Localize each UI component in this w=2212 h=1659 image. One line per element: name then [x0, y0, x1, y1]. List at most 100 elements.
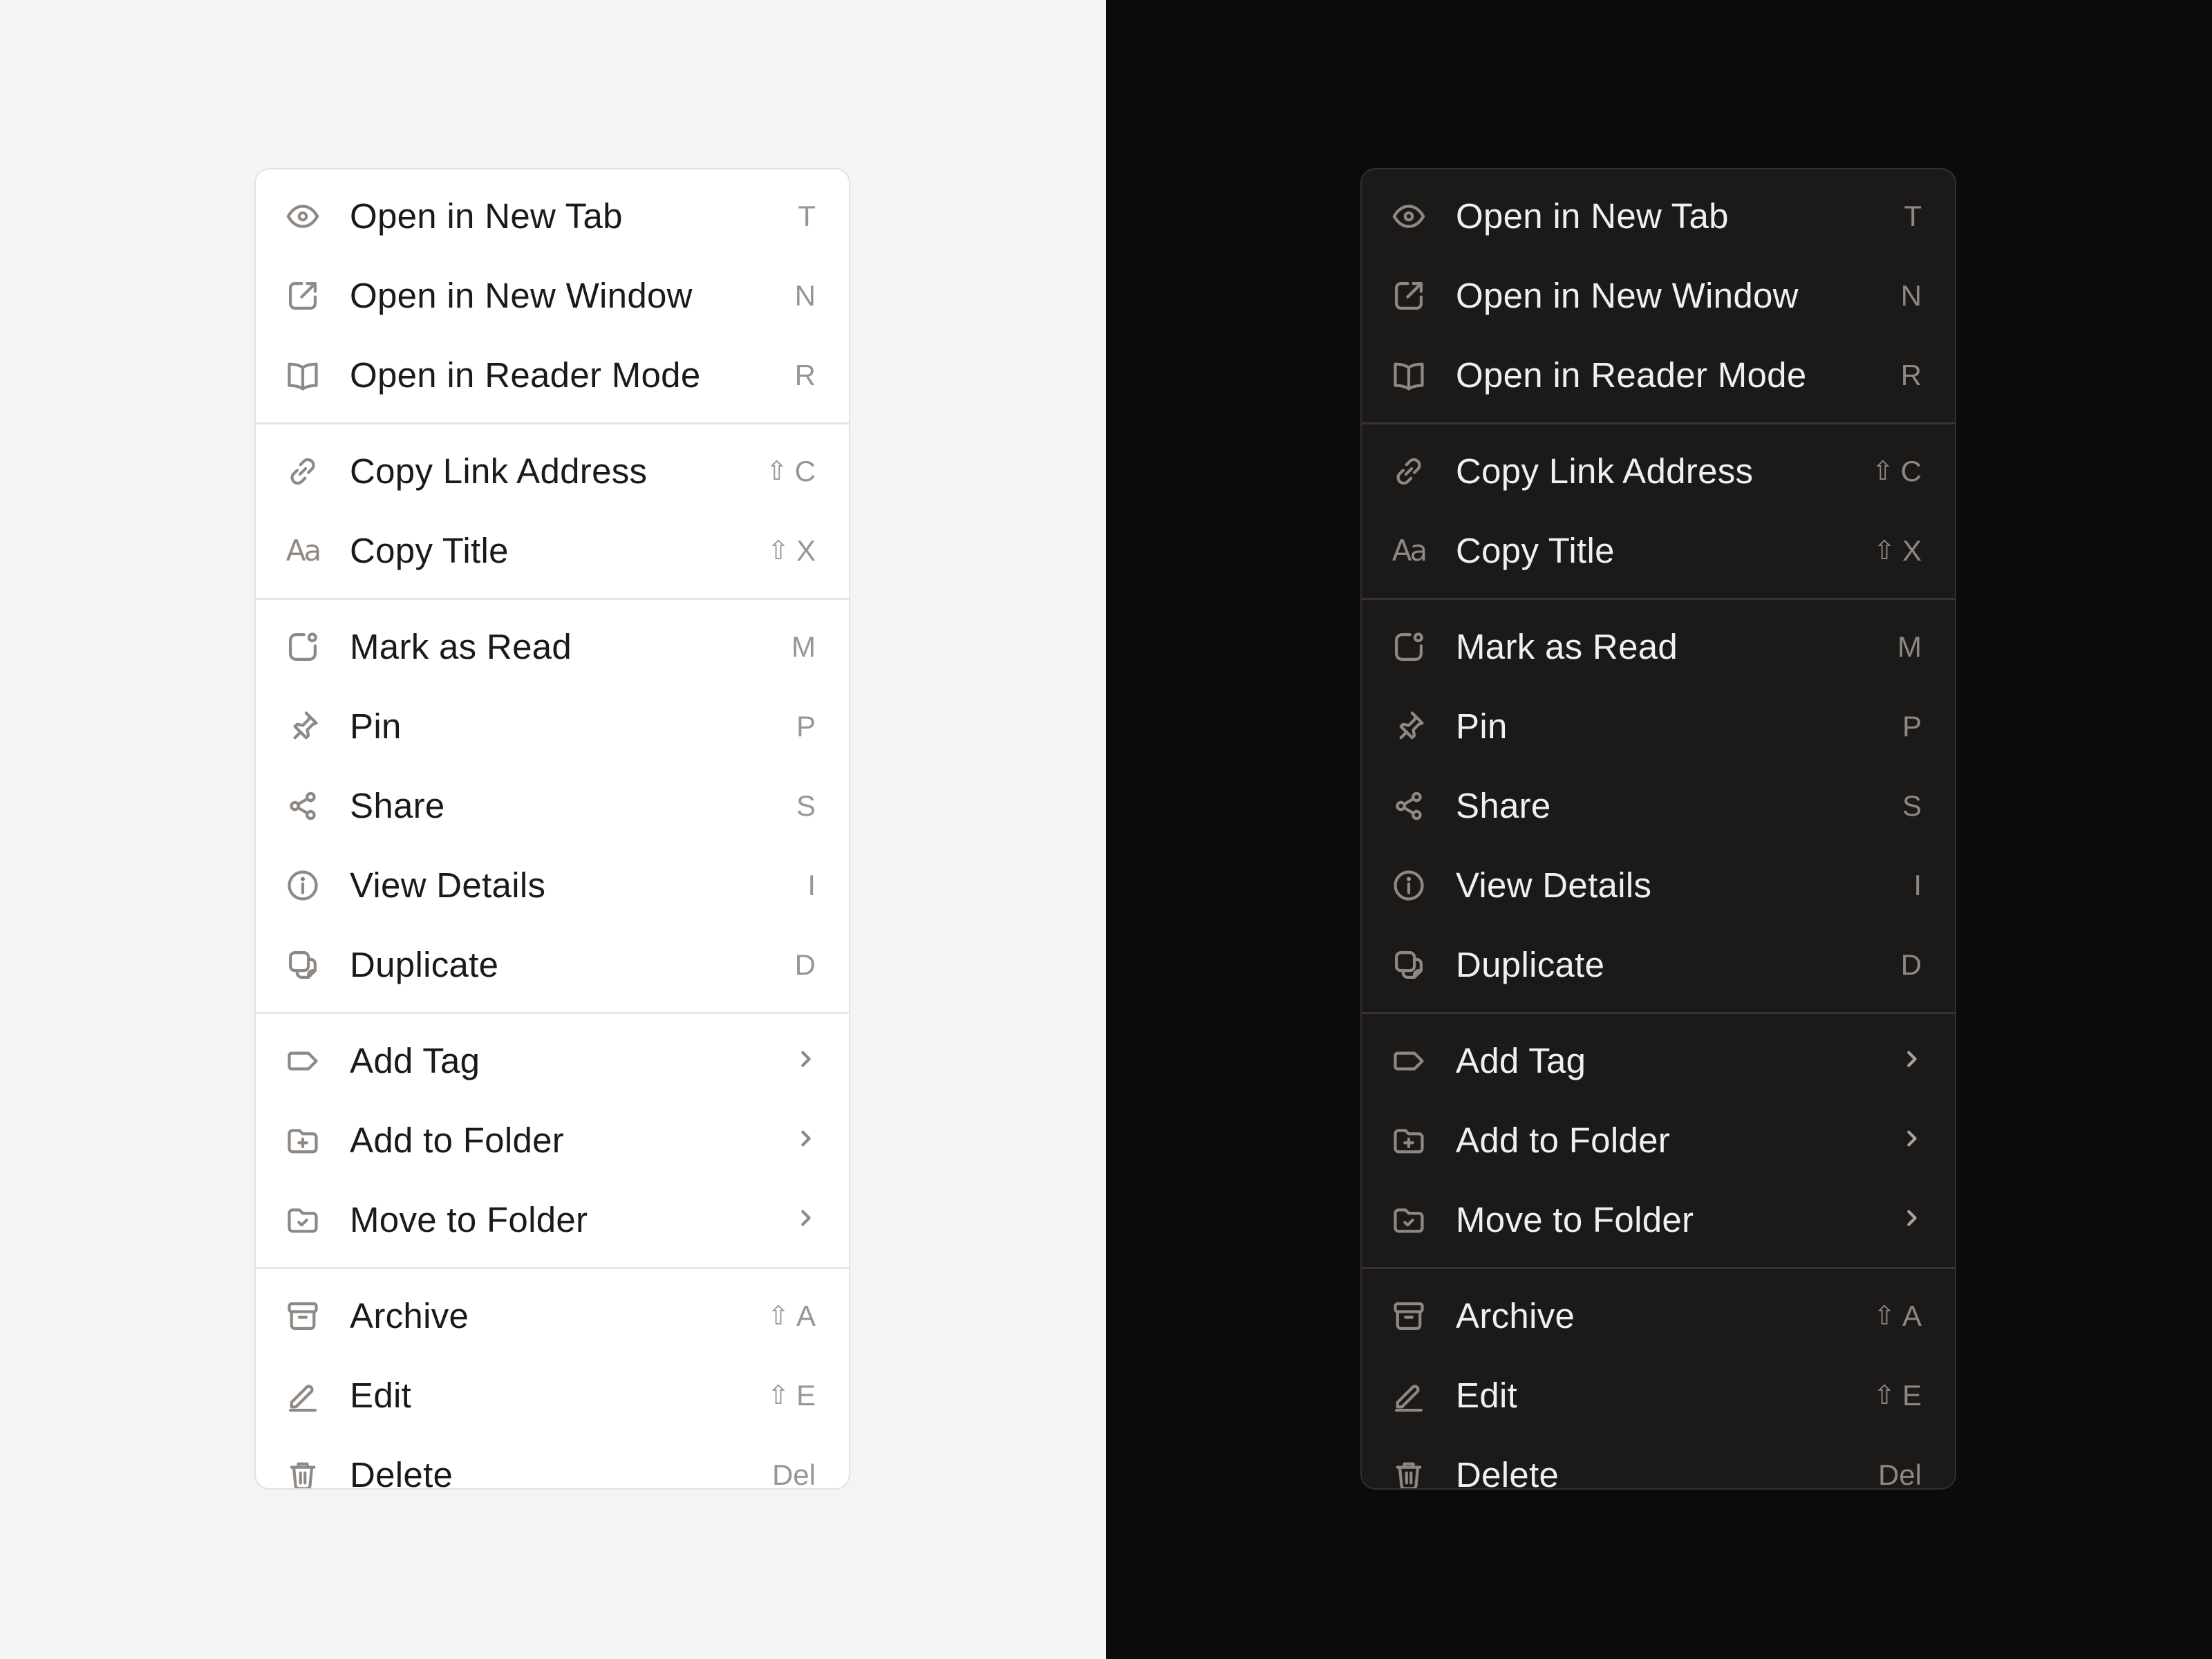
- shift-key-icon: ⇧: [767, 1381, 789, 1410]
- menu-item-open-in-new-window[interactable]: Open in New Window N: [256, 256, 849, 335]
- menu-item-open-in-reader-mode[interactable]: Open in Reader Mode R: [256, 335, 849, 415]
- keyboard-shortcut: P: [1902, 710, 1922, 743]
- archive-icon: [1391, 1298, 1427, 1334]
- keyboard-shortcut: ⇧ E: [1873, 1379, 1922, 1412]
- light-theme-panel: Open in New Tab T Open in New Window N Open …: [0, 0, 1106, 1659]
- menu-item-label: Duplicate: [350, 945, 499, 984]
- menu-group: Open in New Tab T Open in New Window N Open …: [1362, 169, 1955, 422]
- shortcut-key: M: [1897, 630, 1922, 663]
- menu-group: Copy Link Address ⇧ C Aa Copy Title ⇧ X: [256, 422, 849, 598]
- dark-theme-panel: Open in New Tab T Open in New Window N Open …: [1106, 0, 2212, 1659]
- menu-item-pin[interactable]: Pin P: [1362, 686, 1955, 766]
- external-window-icon: [285, 278, 321, 314]
- menu-item-label: Edit: [350, 1376, 412, 1415]
- keyboard-shortcut: ⇧ A: [1873, 1300, 1922, 1333]
- menu-item-open-in-new-tab[interactable]: Open in New Tab T: [256, 176, 849, 256]
- menu-item-open-in-reader-mode[interactable]: Open in Reader Mode R: [1362, 335, 1955, 415]
- shift-key-icon: ⇧: [765, 457, 788, 486]
- pin-icon: [1391, 709, 1427, 744]
- shift-key-icon: ⇧: [1873, 1381, 1895, 1410]
- shift-key-icon: ⇧: [1871, 457, 1894, 486]
- folder-check-icon: [285, 1202, 321, 1238]
- keyboard-shortcut: N: [795, 279, 816, 312]
- shortcut-key: T: [1904, 199, 1922, 232]
- menu-item-add-to-folder[interactable]: Add to Folder: [256, 1100, 849, 1180]
- menu-item-move-to-folder[interactable]: Move to Folder: [1362, 1180, 1955, 1259]
- shortcut-key: A: [796, 1299, 816, 1332]
- menu-item-copy-link-address[interactable]: Copy Link Address ⇧ C: [256, 431, 849, 511]
- tag-icon: [1391, 1043, 1427, 1079]
- menu-item-label: Copy Title: [1456, 531, 1615, 570]
- menu-item-open-in-new-tab[interactable]: Open in New Tab T: [1362, 176, 1955, 256]
- menu-item-label: Open in Reader Mode: [1456, 355, 1807, 395]
- menu-item-pin[interactable]: Pin P: [256, 686, 849, 766]
- menu-item-archive[interactable]: Archive ⇧ A: [1362, 1276, 1955, 1356]
- shortcut-key: D: [1900, 948, 1922, 981]
- menu-item-label: Add Tag: [1456, 1041, 1586, 1080]
- link-icon: [285, 453, 321, 489]
- shift-key-icon: ⇧: [767, 1302, 789, 1331]
- menu-item-view-details[interactable]: View Details I: [1362, 845, 1955, 925]
- shortcut-key: P: [1902, 709, 1922, 742]
- book-open-icon: [1391, 357, 1427, 393]
- menu-item-copy-title[interactable]: Aa Copy Title ⇧ X: [256, 511, 849, 590]
- eye-icon: [285, 198, 321, 234]
- keyboard-shortcut: S: [1902, 789, 1922, 823]
- menu-item-view-details[interactable]: View Details I: [256, 845, 849, 925]
- keyboard-shortcut: P: [796, 710, 816, 743]
- keyboard-shortcut: R: [1901, 359, 1922, 392]
- menu-item-delete[interactable]: Delete Del: [256, 1435, 849, 1488]
- shortcut-key: N: [794, 279, 816, 312]
- shortcut-key: E: [1902, 1378, 1922, 1412]
- shortcut-key: R: [1900, 358, 1922, 391]
- chevron-right-icon: [1901, 1128, 1922, 1152]
- context-menu-dark: Open in New Tab T Open in New Window N Open …: [1360, 168, 1956, 1490]
- book-open-icon: [285, 357, 321, 393]
- menu-item-duplicate[interactable]: Duplicate D: [1362, 925, 1955, 1004]
- menu-item-delete[interactable]: Delete Del: [1362, 1435, 1955, 1490]
- shortcut-key: S: [796, 789, 816, 822]
- menu-item-archive[interactable]: Archive ⇧ A: [256, 1276, 849, 1356]
- menu-item-copy-title[interactable]: Aa Copy Title ⇧ X: [1362, 511, 1955, 590]
- menu-item-mark-as-read[interactable]: Mark as Read M: [256, 607, 849, 686]
- shortcut-key: C: [1900, 454, 1922, 487]
- keyboard-shortcut: I: [807, 869, 816, 902]
- menu-item-label: Edit: [1456, 1376, 1518, 1415]
- menu-item-label: Open in New Tab: [350, 196, 623, 236]
- keyboard-shortcut: R: [795, 359, 816, 392]
- menu-item-add-tag[interactable]: Add Tag: [1362, 1021, 1955, 1100]
- text-aa-icon: Aa: [285, 534, 321, 568]
- menu-item-share[interactable]: Share S: [256, 766, 849, 845]
- menu-group: Mark as Read M Pin P Share S View Details I Dupl…: [1362, 598, 1955, 1012]
- keyboard-shortcut: M: [791, 630, 816, 664]
- menu-item-add-to-folder[interactable]: Add to Folder: [1362, 1100, 1955, 1180]
- menu-item-copy-link-address[interactable]: Copy Link Address ⇧ C: [1362, 431, 1955, 511]
- menu-item-edit[interactable]: Edit ⇧ E: [1362, 1356, 1955, 1435]
- menu-item-add-tag[interactable]: Add Tag: [256, 1021, 849, 1100]
- folder-check-icon: [1391, 1202, 1427, 1238]
- trash-icon: [1391, 1457, 1427, 1488]
- chevron-right-icon: [795, 1049, 816, 1073]
- chevron-right-icon: [1901, 1208, 1922, 1232]
- shortcut-key: X: [796, 534, 816, 567]
- eye-icon: [1391, 198, 1427, 234]
- menu-item-duplicate[interactable]: Duplicate D: [256, 925, 849, 1004]
- menu-group: Mark as Read M Pin P Share S View Details I Dupl…: [256, 598, 849, 1012]
- menu-item-move-to-folder[interactable]: Move to Folder: [256, 1180, 849, 1259]
- keyboard-shortcut: ⇧ X: [1873, 534, 1922, 568]
- menu-item-share[interactable]: Share S: [1362, 766, 1955, 845]
- shortcut-key: E: [796, 1378, 816, 1412]
- context-menu-light: Open in New Tab T Open in New Window N Open …: [254, 168, 850, 1490]
- menu-item-open-in-new-window[interactable]: Open in New Window N: [1362, 256, 1955, 335]
- menu-item-mark-as-read[interactable]: Mark as Read M: [1362, 607, 1955, 686]
- menu-item-label: Archive: [1456, 1296, 1575, 1335]
- shortcut-key: Del: [1877, 1458, 1922, 1490]
- shortcut-key: M: [791, 630, 816, 663]
- keyboard-shortcut: N: [1901, 279, 1922, 312]
- menu-item-edit[interactable]: Edit ⇧ E: [256, 1356, 849, 1435]
- keyboard-shortcut: T: [1904, 200, 1922, 233]
- keyboard-shortcut: I: [1913, 869, 1922, 902]
- menu-item-label: Copy Title: [350, 531, 509, 570]
- menu-item-label: Copy Link Address: [350, 451, 648, 491]
- menu-item-label: Open in New Window: [1456, 276, 1799, 315]
